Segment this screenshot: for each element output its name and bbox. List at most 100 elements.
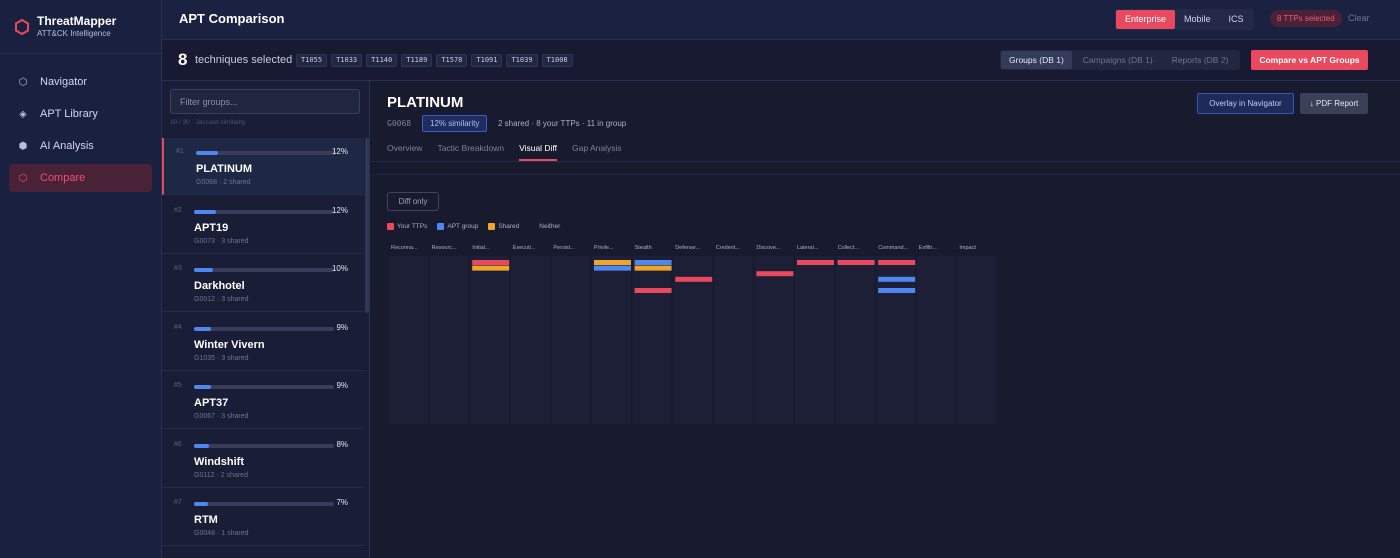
list-item[interactable]: #5 9% APT37 G0067 · 3 shared (162, 372, 364, 429)
technique-cell[interactable] (878, 260, 916, 265)
group-meta: G0073 · 3 shared (194, 238, 249, 245)
technique-chip[interactable]: T1033 (331, 54, 363, 67)
list-item[interactable]: #1 12% PLATINUM G0068 · 2 shared (162, 138, 364, 195)
technique-cell[interactable] (634, 265, 672, 271)
tab-gap-analysis[interactable]: Gap Analysis (572, 141, 622, 161)
compare-button[interactable]: Compare vs APT Groups (1251, 50, 1368, 70)
similarity-percent: 9% (336, 381, 348, 390)
overlay-in-navigator-button[interactable]: Overlay in Navigator (1197, 93, 1294, 114)
domain-switcher: Enterprise Mobile ICS (1115, 9, 1254, 30)
technique-chip[interactable]: T1578 (436, 54, 468, 67)
sidebar-item-label: APT Library (40, 108, 98, 120)
sidebar-item-label: Compare (40, 172, 86, 184)
legend-swatch (488, 223, 496, 230)
list-item[interactable]: #7 7% RTM G0048 · 1 shared (162, 489, 364, 546)
technique-chip[interactable]: T1091 (471, 54, 503, 67)
visual-diff-grid: Reconna... Resourc... Initial... Executi...… (389, 245, 997, 424)
source-tabs: Groups (DB 1) Campaigns (DB 1) Reports (… (1000, 50, 1241, 70)
similarity-bar-fill (194, 444, 209, 448)
technique-cell[interactable] (634, 288, 672, 293)
technique-cell[interactable] (594, 260, 631, 265)
technique-cell[interactable] (634, 260, 672, 265)
filter-groups-input[interactable] (170, 89, 360, 114)
technique-chip[interactable]: T1055 (296, 54, 328, 67)
sidebar-item-apt-library[interactable]: ◈ APT Library (9, 100, 152, 128)
group-name: PLATINUM (196, 163, 253, 175)
group-name: Winter Vivern (194, 339, 265, 351)
group-rank: #3 (174, 265, 182, 272)
group-name: APT37 (194, 397, 229, 409)
domain-enterprise-button[interactable]: Enterprise (1116, 10, 1176, 29)
technique-chips: T1055 T1033 T1140 T1189 T1578 T1091 T103… (296, 54, 577, 67)
list-item[interactable]: #2 12% APT19 G0073 · 3 shared (162, 197, 364, 254)
group-name: APT19 (194, 222, 229, 234)
legend-swatch (437, 223, 445, 230)
diff-only-toggle[interactable]: Diff only (387, 192, 439, 211)
domain-ics-button[interactable]: ICS (1220, 10, 1253, 29)
diamond-icon: ◈ (19, 108, 27, 120)
similarity-bar-fill (194, 385, 211, 389)
hexagon-outline-icon: ⬡ (18, 76, 28, 88)
legend-item-neither: Neither (529, 223, 560, 230)
tab-groups[interactable]: Groups (DB 1) (1001, 51, 1072, 69)
group-title: PLATINUM (387, 94, 464, 111)
scrollbar-thumb[interactable] (365, 138, 369, 313)
tactic-label: Credent... (716, 245, 741, 251)
tab-campaigns[interactable]: Campaigns (DB 1) (1075, 51, 1161, 69)
technique-cell[interactable] (675, 276, 713, 282)
technique-cell[interactable] (878, 288, 916, 293)
group-rank: #1 (176, 148, 184, 155)
similarity-bar-fill (196, 151, 219, 155)
similarity-bar-fill (194, 502, 208, 506)
sidebar-item-navigator[interactable]: ⬡ Navigator (9, 68, 152, 96)
clear-button[interactable]: Clear (1348, 13, 1370, 23)
technique-cell[interactable] (472, 260, 510, 265)
domain-mobile-button[interactable]: Mobile (1175, 10, 1220, 29)
tab-visual-diff[interactable]: Visual Diff (519, 141, 558, 161)
tab-reports[interactable]: Reports (DB 2) (1164, 51, 1237, 69)
technique-cell[interactable] (878, 276, 916, 282)
tactic-column (429, 256, 469, 424)
sidebar-item-ai-analysis[interactable]: ⬢ AI Analysis (9, 132, 152, 160)
tactic-label: Lateral... (797, 245, 819, 251)
group-rank: #6 (174, 441, 182, 448)
technique-chip[interactable]: T1140 (366, 54, 398, 67)
brand[interactable]: ThreatMapper ATT&CK Intelligence (0, 0, 161, 54)
technique-chip[interactable]: T1039 (506, 54, 538, 67)
tab-tactic-breakdown[interactable]: Tactic Breakdown (437, 141, 504, 161)
tactic-label: Defense... (675, 245, 701, 251)
similarity-bar-fill (194, 268, 213, 272)
tactic-label: Resourc... (432, 245, 458, 251)
list-item[interactable]: #3 10% Darkhotel G0012 · 3 shared (162, 255, 364, 312)
technique-chip[interactable]: T1189 (401, 54, 433, 67)
sidebar-item-compare[interactable]: ⬡ Compare (9, 164, 152, 192)
similarity-bar (194, 268, 334, 272)
technique-cell[interactable] (797, 260, 834, 265)
technique-cell[interactable] (472, 265, 510, 271)
tab-overview[interactable]: Overview (387, 141, 422, 161)
list-meta: 30 / 30 · Jaccard similarity (170, 119, 246, 126)
group-rank: #4 (174, 324, 182, 331)
tactic-column (916, 256, 956, 424)
technique-cell[interactable] (756, 271, 794, 277)
pdf-report-button[interactable]: ↓ PDF Report (1300, 93, 1368, 114)
list-item[interactable]: #6 8% Windshift G0112 · 2 shared (162, 431, 364, 488)
divider (371, 174, 1400, 175)
legend-label: Neither (539, 223, 561, 230)
tactic-label: Privile... (594, 245, 614, 251)
legend-item-shared: Shared (488, 223, 519, 230)
top-bar: APT Comparison Enterprise Mobile ICS 8 T… (162, 0, 1400, 40)
technique-cell[interactable] (837, 260, 875, 265)
technique-cell[interactable] (594, 265, 631, 271)
tactic-label: Persist... (553, 245, 575, 251)
legend-swatch (529, 223, 537, 230)
tactic-label: Command... (878, 245, 908, 251)
tactic-label: Exfiltr... (919, 245, 938, 251)
hexagon-filled-icon: ⬢ (18, 140, 28, 152)
page-title: APT Comparison (179, 11, 285, 26)
sidebar-nav: ⬡ Navigator ◈ APT Library ⬢ AI Analysis … (0, 54, 161, 192)
tactic-column (551, 256, 591, 424)
list-item[interactable]: #4 9% Winter Vivern G1035 · 3 shared (162, 314, 364, 371)
technique-count: 8 (178, 50, 188, 69)
technique-chip[interactable]: T1008 (541, 54, 573, 67)
